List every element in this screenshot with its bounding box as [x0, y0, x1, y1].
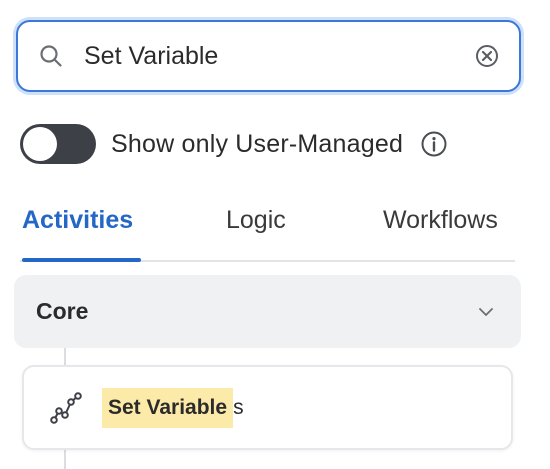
user-managed-label: Show only User-Managed — [111, 129, 404, 158]
category-label: Core — [36, 298, 89, 324]
search-icon — [38, 43, 64, 69]
search-input[interactable] — [84, 41, 473, 71]
chevron-down-icon — [475, 301, 497, 323]
active-tab-indicator — [22, 258, 141, 262]
toggle-knob — [23, 127, 57, 161]
tab-logic-label: Logic — [226, 206, 286, 234]
user-managed-filter: Show only User-Managed — [20, 124, 448, 164]
search-match-highlight: Set Variable — [102, 387, 234, 428]
result-item[interactable]: Set Variable s — [22, 365, 513, 450]
user-managed-toggle[interactable] — [20, 124, 96, 164]
variable-icon — [48, 390, 84, 426]
clear-icon[interactable] — [473, 42, 501, 70]
result-label: Set Variable s — [102, 387, 244, 428]
tab-logic[interactable]: Logic — [226, 206, 286, 260]
tab-bar: Activities Logic Workflows — [20, 196, 515, 262]
activity-picker-panel: Show only User-Managed Activities Logic … — [0, 0, 550, 469]
category-core-header[interactable]: Core — [14, 275, 521, 348]
tab-activities-label: Activities — [22, 206, 134, 234]
tab-workflows-label: Workflows — [383, 206, 498, 234]
search-box[interactable] — [16, 20, 521, 92]
tab-activities[interactable]: Activities — [22, 206, 141, 262]
result-label-rest: s — [233, 395, 244, 419]
info-icon[interactable] — [420, 130, 448, 158]
tab-workflows[interactable]: Workflows — [383, 206, 498, 260]
